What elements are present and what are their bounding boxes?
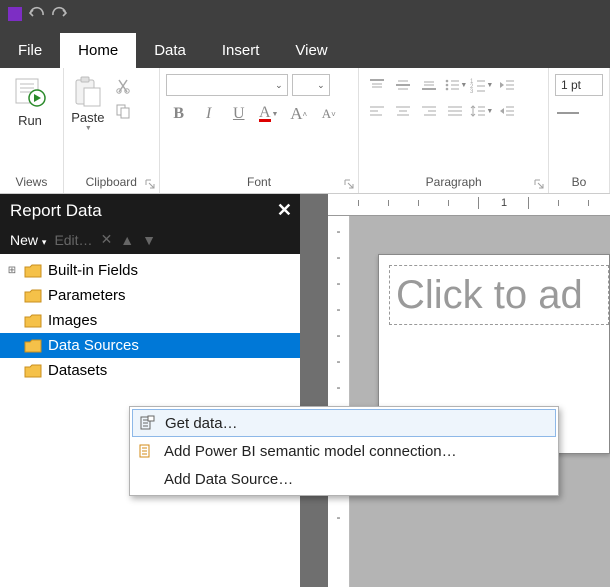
ribbon-group-font: ⌄ ⌄ B I U A▼ A˄ A˅ Font — [160, 68, 360, 193]
context-menu: Get data… Add Power BI semantic model co… — [129, 406, 559, 496]
menu-item-get-data[interactable]: Get data… — [132, 409, 556, 437]
folder-icon — [24, 314, 42, 328]
redo-button[interactable] — [50, 5, 68, 23]
bullet-list-button[interactable]: ▼ — [443, 74, 467, 96]
copy-button[interactable] — [112, 101, 134, 121]
font-family-combo[interactable]: ⌄ — [166, 74, 288, 96]
edit-button: Edit… — [54, 232, 92, 248]
dialog-launcher-icon[interactable] — [343, 178, 355, 190]
tree-item-datasets[interactable]: Datasets — [0, 358, 300, 383]
tab-view[interactable]: View — [277, 33, 345, 68]
folder-icon — [24, 364, 42, 378]
align-center-button[interactable] — [391, 100, 415, 122]
font-group-label: Font — [166, 173, 353, 191]
design-canvas[interactable]: 1 ------------ Click to ad — [300, 194, 610, 587]
ribbon-group-clipboard: Paste ▼ Clipboard — [64, 68, 160, 193]
bold-button[interactable]: B — [166, 102, 192, 126]
tab-insert[interactable]: Insert — [204, 33, 278, 68]
font-size-combo[interactable]: ⌄ — [292, 74, 330, 96]
font-color-button[interactable]: A▼ — [256, 102, 282, 126]
line-spacing-button[interactable]: ▼ — [469, 100, 493, 122]
align-top-button[interactable] — [365, 74, 389, 96]
cut-button[interactable] — [112, 76, 134, 96]
vertical-ruler: ------------ — [328, 216, 350, 587]
folder-icon — [24, 264, 42, 278]
tab-data[interactable]: Data — [136, 33, 204, 68]
new-dropdown[interactable]: New ▾ — [10, 232, 46, 248]
blank-icon — [136, 470, 156, 488]
tree-item-builtin-fields[interactable]: ⊞ Built-in Fields — [0, 258, 300, 283]
tree-item-data-sources[interactable]: Data Sources — [0, 333, 300, 358]
paste-button[interactable]: Paste ▼ — [70, 74, 106, 132]
align-left-button[interactable] — [365, 100, 389, 122]
run-button[interactable]: Run — [6, 74, 54, 128]
number-list-button[interactable]: 123▼ — [469, 74, 493, 96]
chevron-down-icon: ⌄ — [317, 80, 325, 91]
justify-button[interactable] — [443, 100, 467, 122]
run-label: Run — [18, 113, 42, 128]
tab-file[interactable]: File — [0, 33, 60, 68]
panel-title: Report Data — [10, 201, 102, 221]
border-width-combo[interactable]: 1 pt — [555, 74, 603, 96]
paste-label: Paste — [71, 110, 104, 125]
border-group-label: Bo — [555, 173, 603, 191]
clipboard-group-label: Clipboard — [70, 173, 153, 191]
horizontal-ruler: 1 — [328, 194, 610, 216]
title-textbox[interactable]: Click to ad — [389, 265, 609, 325]
report-data-panel: Report Data ✕ New ▾ Edit… ✕ ▲ ▼ ⊞ Built-… — [0, 194, 300, 587]
ribbon: Run Views Paste ▼ — [0, 68, 610, 194]
views-group-label: Views — [6, 173, 57, 191]
grow-font-button[interactable]: A˄ — [286, 102, 312, 126]
undo-button[interactable] — [28, 5, 46, 23]
decrease-indent-button[interactable] — [495, 74, 519, 96]
move-up-icon: ▲ — [120, 232, 134, 248]
chevron-down-icon: ▼ — [85, 125, 92, 132]
increase-indent-button[interactable] — [495, 100, 519, 122]
dialog-launcher-icon[interactable] — [533, 178, 545, 190]
shrink-font-button[interactable]: A˅ — [316, 102, 342, 126]
move-down-icon: ▼ — [142, 232, 156, 248]
dialog-launcher-icon[interactable] — [144, 178, 156, 190]
svg-text:3: 3 — [470, 89, 474, 93]
get-data-icon — [137, 414, 157, 432]
folder-icon — [24, 339, 42, 353]
align-right-button[interactable] — [417, 100, 441, 122]
ribbon-group-views: Run Views — [0, 68, 64, 193]
underline-button[interactable]: U — [226, 102, 252, 126]
body: Report Data ✕ New ▾ Edit… ✕ ▲ ▼ ⊞ Built-… — [0, 194, 610, 587]
border-style-button[interactable] — [555, 102, 579, 124]
chevron-down-icon: ⌄ — [275, 80, 283, 91]
expand-icon[interactable]: ⊞ — [6, 265, 18, 276]
save-button[interactable] — [6, 5, 24, 23]
italic-button[interactable]: I — [196, 102, 222, 126]
menubar: File Home Data Insert View — [0, 28, 610, 68]
title-bar — [0, 0, 610, 28]
tree-item-images[interactable]: Images — [0, 308, 300, 333]
ribbon-group-paragraph: ▼ 123▼ ▼ Paragraph — [359, 68, 549, 193]
paragraph-group-label: Paragraph — [365, 173, 542, 191]
align-middle-button[interactable] — [391, 74, 415, 96]
tab-home[interactable]: Home — [60, 33, 136, 68]
pbi-dataset-icon — [136, 442, 156, 460]
menu-item-add-pbi-model[interactable]: Add Power BI semantic model connection… — [132, 437, 556, 465]
align-bottom-button[interactable] — [417, 74, 441, 96]
menu-item-add-data-source[interactable]: Add Data Source… — [132, 465, 556, 493]
ribbon-group-border: 1 pt Bo — [549, 68, 610, 193]
folder-icon — [24, 289, 42, 303]
tree-item-parameters[interactable]: Parameters — [0, 283, 300, 308]
delete-icon: ✕ — [101, 231, 113, 248]
close-icon[interactable]: ✕ — [277, 200, 292, 221]
